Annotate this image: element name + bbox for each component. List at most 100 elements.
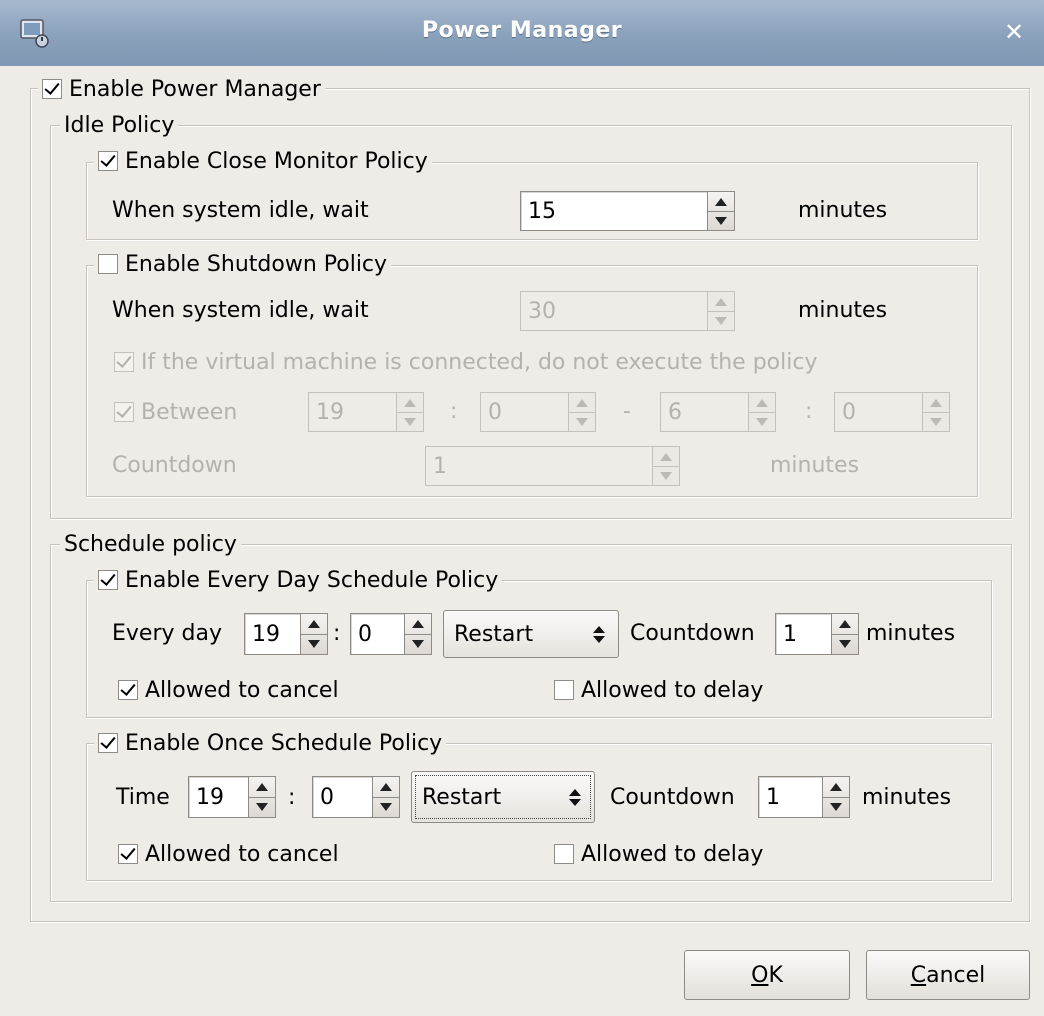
spin-up-icon[interactable]	[405, 614, 431, 635]
between-end-hour-value[interactable]: 6	[668, 393, 682, 431]
once-unit: minutes	[862, 785, 952, 810]
once-prefix: Time	[116, 785, 170, 810]
spin-down-icon[interactable]	[405, 634, 431, 654]
shutdown-wait-value[interactable]: 30	[528, 292, 556, 330]
between-colon-2: :	[805, 399, 813, 424]
spin-down-icon[interactable]	[708, 211, 734, 230]
every-day-checkbox[interactable]: Enable Every Day Schedule Policy	[94, 564, 503, 596]
schedule-policy-title: Schedule policy	[60, 528, 241, 560]
enable-power-manager-checkbox[interactable]: Enable Power Manager	[38, 73, 325, 105]
once-allow-delay-check-icon[interactable]	[554, 844, 574, 864]
every-day-check-icon[interactable]	[98, 570, 118, 590]
spin-down-icon[interactable]	[923, 412, 949, 431]
title-bar[interactable]: Power Manager ✕	[0, 0, 1044, 66]
spin-up-icon[interactable]	[823, 777, 849, 798]
spin-down-icon[interactable]	[832, 634, 858, 654]
every-day-allow-delay-check-icon[interactable]	[554, 680, 574, 700]
every-day-allow-delay-checkbox[interactable]: Allowed to delay	[554, 674, 763, 706]
updown-arrows-icon	[568, 772, 582, 822]
spin-down-icon[interactable]	[249, 797, 275, 817]
spin-up-icon[interactable]	[653, 447, 679, 467]
shutdown-countdown-spinbox[interactable]: 1	[425, 446, 680, 486]
once-hour-spinbox[interactable]: 19	[188, 776, 276, 818]
between-start-minute-value[interactable]: 0	[488, 393, 502, 431]
between-colon-1: :	[450, 399, 458, 424]
once-countdown-value[interactable]: 1	[766, 777, 780, 817]
every-day-countdown-spinbox[interactable]: 1	[775, 613, 859, 655]
every-day-allow-cancel-label: Allowed to cancel	[145, 677, 339, 703]
spin-down-icon[interactable]	[397, 412, 423, 431]
between-start-hour-value[interactable]: 19	[316, 393, 344, 431]
enable-power-manager-label: Enable Power Manager	[69, 76, 321, 102]
every-day-allow-delay-label: Allowed to delay	[581, 677, 764, 703]
every-day-minute-value[interactable]: 0	[358, 614, 372, 654]
every-day-allow-cancel-checkbox[interactable]: Allowed to cancel	[118, 674, 339, 706]
shutdown-checkbox[interactable]: Enable Shutdown Policy	[94, 248, 392, 280]
once-allow-cancel-checkbox[interactable]: Allowed to cancel	[118, 838, 339, 870]
once-countdown-spinbox[interactable]: 1	[758, 776, 850, 818]
every-day-hour-value[interactable]: 19	[252, 614, 280, 654]
close-icon[interactable]: ✕	[998, 16, 1030, 48]
between-dash: -	[623, 399, 631, 424]
once-minute-spinbox[interactable]: 0	[312, 776, 400, 818]
spin-up-icon[interactable]	[397, 393, 423, 413]
close-monitor-wait-value[interactable]: 15	[528, 192, 556, 230]
spin-down-icon[interactable]	[749, 412, 775, 431]
between-end-hour-spinbox[interactable]: 6	[660, 392, 776, 432]
spin-up-icon[interactable]	[923, 393, 949, 413]
between-start-minute-spinbox[interactable]: 0	[480, 392, 596, 432]
once-allow-cancel-label: Allowed to cancel	[145, 841, 339, 867]
between-checkbox[interactable]: Between	[114, 396, 237, 428]
once-allow-delay-checkbox[interactable]: Allowed to delay	[554, 838, 763, 870]
every-day-allow-cancel-check-icon[interactable]	[118, 680, 138, 700]
vm-connected-checkbox[interactable]: If the virtual machine is connected, do …	[114, 346, 817, 378]
spin-up-icon[interactable]	[749, 393, 775, 413]
spin-up-icon[interactable]	[249, 777, 275, 798]
between-check-icon[interactable]	[114, 402, 134, 422]
spin-down-icon[interactable]	[653, 466, 679, 485]
once-hour-value[interactable]: 19	[196, 777, 224, 817]
vm-connected-check-icon[interactable]	[114, 352, 134, 372]
once-action-select[interactable]: Restart	[411, 771, 595, 823]
once-label: Enable Once Schedule Policy	[125, 730, 443, 756]
once-check-icon[interactable]	[98, 733, 118, 753]
every-day-action-select[interactable]: Restart	[443, 610, 619, 658]
spin-up-icon[interactable]	[832, 614, 858, 635]
every-day-prefix: Every day	[112, 621, 222, 646]
spin-up-icon[interactable]	[569, 393, 595, 413]
every-day-countdown-value[interactable]: 1	[783, 614, 797, 654]
once-allow-cancel-check-icon[interactable]	[118, 844, 138, 864]
once-colon: :	[288, 785, 296, 810]
close-monitor-checkbox[interactable]: Enable Close Monitor Policy	[94, 145, 432, 177]
spin-up-icon[interactable]	[301, 614, 327, 635]
enable-power-manager-check-icon[interactable]	[42, 79, 62, 99]
idle-policy-title: Idle Policy	[60, 109, 179, 141]
shutdown-check-icon[interactable]	[98, 254, 118, 274]
spin-down-icon[interactable]	[823, 797, 849, 817]
spin-up-icon[interactable]	[708, 192, 734, 212]
spin-down-icon[interactable]	[569, 412, 595, 431]
between-end-minute-spinbox[interactable]: 0	[834, 392, 950, 432]
once-minute-value[interactable]: 0	[320, 777, 334, 817]
spin-up-icon[interactable]	[708, 292, 734, 312]
between-start-hour-spinbox[interactable]: 19	[308, 392, 424, 432]
once-checkbox[interactable]: Enable Once Schedule Policy	[94, 727, 447, 759]
spin-up-icon[interactable]	[373, 777, 399, 798]
between-end-minute-value[interactable]: 0	[842, 393, 856, 431]
between-label: Between	[141, 399, 238, 425]
every-day-hour-spinbox[interactable]: 19	[244, 613, 328, 655]
cancel-button[interactable]: Cancel	[866, 950, 1030, 1000]
shutdown-countdown-label: Countdown	[112, 453, 237, 478]
shutdown-wait-spinbox[interactable]: 30	[520, 291, 735, 331]
shutdown-countdown-value[interactable]: 1	[433, 447, 447, 485]
spin-down-icon[interactable]	[708, 311, 734, 330]
every-day-minute-spinbox[interactable]: 0	[350, 613, 432, 655]
ok-button[interactable]: OK	[684, 950, 850, 1000]
shutdown-countdown-unit: minutes	[770, 453, 860, 478]
close-monitor-wait-spinbox[interactable]: 15	[520, 191, 735, 231]
spin-down-icon[interactable]	[301, 634, 327, 654]
once-action-value: Restart	[422, 784, 502, 810]
close-monitor-check-icon[interactable]	[98, 151, 118, 171]
close-monitor-unit: minutes	[798, 198, 888, 223]
spin-down-icon[interactable]	[373, 797, 399, 817]
